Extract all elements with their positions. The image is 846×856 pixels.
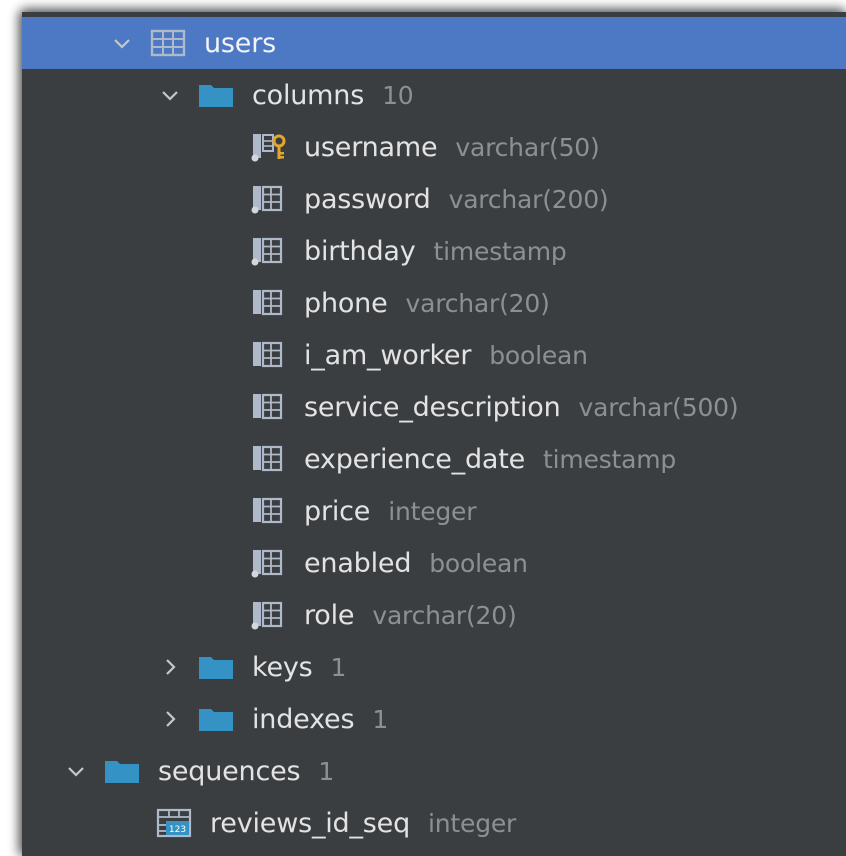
sequences-folder-label: sequences xyxy=(158,755,301,787)
tree-node-column-enabled[interactable]: enabled boolean xyxy=(22,537,846,589)
indexes-folder-label: indexes xyxy=(252,703,355,735)
not-null-column-icon xyxy=(250,184,286,214)
tree-node-column-password[interactable]: password varchar(200) xyxy=(22,173,846,225)
tree-node-sequence-reviews-id-seq[interactable]: 123 reviews_id_seq integer xyxy=(22,797,846,849)
column-icon xyxy=(250,444,286,474)
keys-count: 1 xyxy=(330,652,347,682)
column-name: price xyxy=(304,495,371,527)
column-type: timestamp xyxy=(543,444,677,474)
chevron-down-icon[interactable] xyxy=(108,29,136,57)
column-type: varchar(500) xyxy=(578,392,739,422)
folder-icon xyxy=(198,652,234,682)
tree-node-columns-folder[interactable]: columns 10 xyxy=(22,69,846,121)
sequence-icon: 123 xyxy=(156,808,192,838)
chevron-down-icon[interactable] xyxy=(156,81,184,109)
column-type: integer xyxy=(388,496,477,526)
tree-node-column-price[interactable]: price integer xyxy=(22,485,846,537)
column-name: enabled xyxy=(304,547,412,579)
chevron-right-icon[interactable] xyxy=(156,653,184,681)
column-name: username xyxy=(304,131,438,163)
tree-node-column-birthday[interactable]: birthday timestamp xyxy=(22,225,846,277)
table-icon xyxy=(150,28,186,58)
column-type: varchar(200) xyxy=(448,184,609,214)
tree-node-users-table[interactable]: users xyxy=(22,17,846,69)
column-name: experience_date xyxy=(304,443,526,475)
folder-icon xyxy=(104,756,140,786)
tree-node-column-service-description[interactable]: service_description varchar(500) xyxy=(22,381,846,433)
column-icon xyxy=(250,288,286,318)
column-type: varchar(50) xyxy=(455,132,600,162)
column-name: password xyxy=(304,183,431,215)
tree-node-keys-folder[interactable]: keys 1 xyxy=(22,641,846,693)
tree-node-sequences-folder[interactable]: sequences 1 xyxy=(22,745,846,797)
column-name: phone xyxy=(304,287,388,319)
key-column-icon xyxy=(250,132,286,162)
sequences-count: 1 xyxy=(318,756,335,786)
column-name: i_am_worker xyxy=(304,339,472,371)
tree-node-column-username[interactable]: username varchar(50) xyxy=(22,121,846,173)
sequence-type: integer xyxy=(428,808,517,838)
chevron-right-icon[interactable] xyxy=(156,705,184,733)
column-icon xyxy=(250,392,286,422)
database-tree-panel: users columns 10 username varchar(50) pa… xyxy=(22,12,846,856)
column-type: boolean xyxy=(429,548,528,578)
svg-text:123: 123 xyxy=(169,825,186,835)
tree-node-indexes-folder[interactable]: indexes 1 xyxy=(22,693,846,745)
not-null-column-icon xyxy=(250,236,286,266)
users-table-label: users xyxy=(204,27,276,59)
column-type: varchar(20) xyxy=(405,288,550,318)
chevron-down-icon[interactable] xyxy=(62,757,90,785)
column-type: boolean xyxy=(489,340,588,370)
tree-node-column-experience-date[interactable]: experience_date timestamp xyxy=(22,433,846,485)
column-name: birthday xyxy=(304,235,416,267)
column-icon xyxy=(250,496,286,526)
not-null-column-icon xyxy=(250,548,286,578)
columns-count: 10 xyxy=(382,80,414,110)
column-type: timestamp xyxy=(433,236,567,266)
indexes-count: 1 xyxy=(372,704,389,734)
tree-node-column-role[interactable]: role varchar(20) xyxy=(22,589,846,641)
not-null-column-icon xyxy=(250,600,286,630)
sequence-name: reviews_id_seq xyxy=(210,807,411,839)
column-name: role xyxy=(304,599,355,631)
column-name: service_description xyxy=(304,391,561,423)
folder-icon xyxy=(198,704,234,734)
folder-icon xyxy=(198,80,234,110)
tree-node-column-i-am-worker[interactable]: i_am_worker boolean xyxy=(22,329,846,381)
tree-node-column-phone[interactable]: phone varchar(20) xyxy=(22,277,846,329)
column-type: varchar(20) xyxy=(372,600,517,630)
columns-folder-label: columns xyxy=(252,79,365,111)
column-icon xyxy=(250,340,286,370)
keys-folder-label: keys xyxy=(252,651,313,683)
